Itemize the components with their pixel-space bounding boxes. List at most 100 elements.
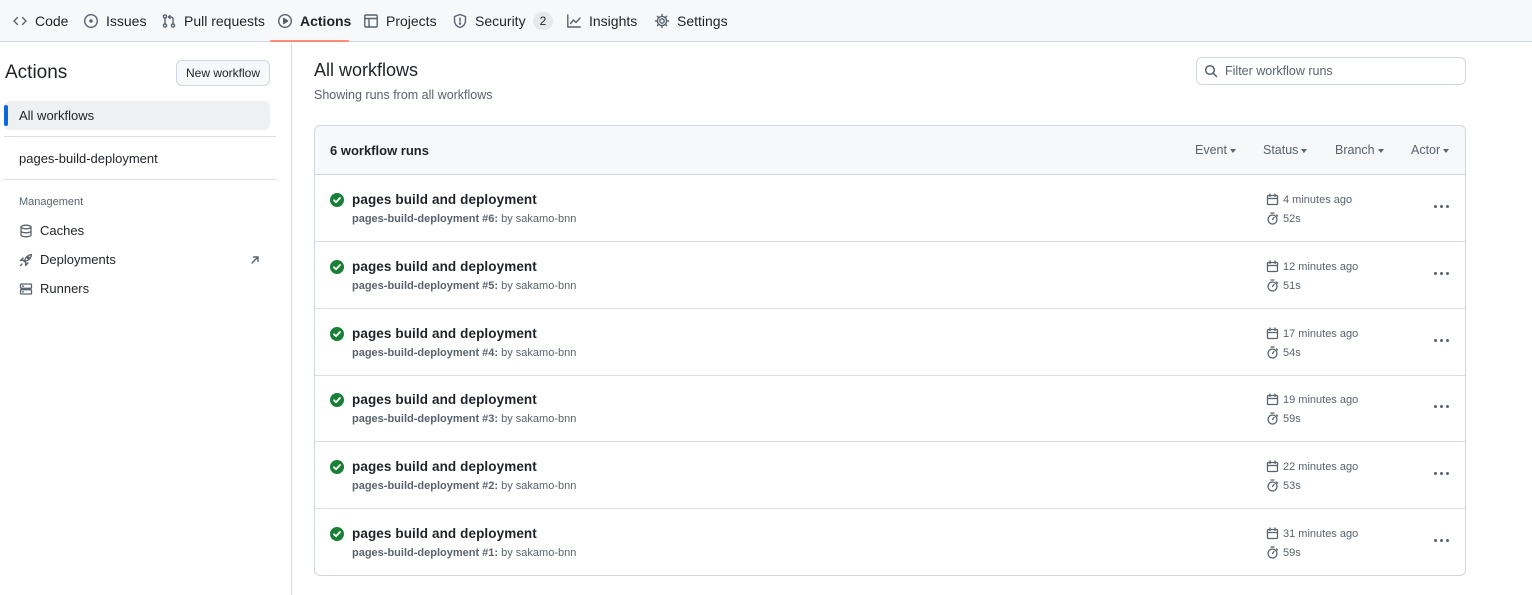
tab-projects-label: Projects [386, 13, 437, 29]
deployments-label: Deployments [40, 252, 116, 267]
run-workflow: pages-build-deployment #1: [352, 547, 499, 559]
table-row: pages build and deployment pages-build-d… [315, 175, 1465, 242]
chevron-down-icon [1229, 148, 1236, 153]
run-time-text: 17 minutes ago [1283, 327, 1359, 340]
calendar-icon [1266, 327, 1279, 340]
sidebar-item-deployments[interactable]: Deployments [19, 252, 116, 267]
sidebar-item-caches[interactable]: Caches [19, 223, 84, 238]
branch-filter-label: Branch [1335, 143, 1375, 157]
run-workflow: pages-build-deployment #4: [352, 347, 499, 359]
table-row: pages build and deployment pages-build-d… [315, 509, 1465, 575]
status-filter[interactable]: Status [1263, 143, 1308, 157]
run-details: pages-build-deployment #1: by sakamo-bnn [352, 547, 576, 559]
run-workflow: pages-build-deployment #3: [352, 413, 499, 425]
external-link-icon[interactable] [249, 254, 261, 266]
run-time: 17 minutes ago [1266, 327, 1358, 340]
run-details: pages-build-deployment #3: by sakamo-bnn [352, 413, 576, 425]
tab-actions[interactable]: Actions [277, 0, 351, 42]
branch-filter[interactable]: Branch [1335, 143, 1384, 157]
kebab-horizontal-icon[interactable] [1431, 396, 1451, 416]
kebab-horizontal-icon[interactable] [1431, 196, 1451, 216]
sidebar-title: Actions [5, 62, 68, 83]
issue-icon [83, 13, 99, 29]
selected-indicator [4, 105, 8, 126]
actor-filter[interactable]: Actor [1411, 143, 1450, 157]
run-time-text: 19 minutes ago [1283, 393, 1359, 406]
kebab-horizontal-icon[interactable] [1431, 263, 1451, 283]
new-workflow-button[interactable]: New workflow [176, 60, 270, 86]
selected-tab-underline [270, 40, 349, 42]
run-time: 4 minutes ago [1266, 193, 1352, 206]
tab-insights[interactable]: Insights [566, 0, 637, 42]
tab-code[interactable]: Code [12, 0, 68, 42]
management-heading: Management [19, 196, 84, 208]
run-duration-text: 51s [1283, 279, 1301, 292]
security-count-badge: 2 [532, 12, 554, 30]
table-row: pages build and deployment pages-build-d… [315, 309, 1465, 376]
tab-insights-label: Insights [589, 13, 638, 29]
table-icon [364, 14, 378, 28]
filter-workflow-runs-input[interactable]: Filter workflow runs [1196, 57, 1466, 85]
tab-settings[interactable]: Settings [654, 0, 728, 42]
run-actor: by sakamo-bnn [498, 280, 577, 292]
kebab-horizontal-icon[interactable] [1431, 330, 1451, 350]
event-filter[interactable]: Event [1195, 143, 1236, 157]
run-duration-text: 59s [1283, 412, 1301, 425]
sidebar-item-runners[interactable]: Runners [19, 281, 89, 296]
stopwatch-icon [1267, 412, 1279, 425]
run-title-link[interactable]: pages build and deployment [352, 392, 537, 407]
sidebar-item-pages-build-deployment[interactable]: pages-build-deployment [19, 151, 158, 166]
tab-actions-label: Actions [300, 13, 352, 29]
table-row: pages build and deployment pages-build-d… [315, 375, 1465, 442]
run-time: 22 minutes ago [1266, 460, 1358, 473]
kebab-horizontal-icon[interactable] [1431, 530, 1451, 550]
success-check-icon [330, 460, 344, 474]
calendar-icon [1266, 260, 1279, 273]
server-icon [19, 282, 33, 295]
success-check-icon [330, 327, 344, 341]
shield-icon [453, 13, 467, 29]
run-actor: by sakamo-bnn [498, 480, 577, 492]
run-duration: 59s [1266, 546, 1301, 559]
workflow-runs-table: 6 workflow runs Event Status Branch Acto… [314, 125, 1466, 576]
code-icon [13, 16, 27, 26]
sidebar-divider [4, 179, 276, 180]
tab-pull-requests[interactable]: Pull requests [161, 0, 265, 42]
run-title-link[interactable]: pages build and deployment [352, 326, 537, 341]
run-time-text: 22 minutes ago [1283, 460, 1359, 473]
play-icon [277, 13, 293, 29]
database-icon [20, 224, 32, 237]
tab-projects[interactable]: Projects [363, 0, 437, 42]
run-title-link[interactable]: pages build and deployment [352, 526, 537, 541]
run-duration: 52s [1266, 212, 1301, 225]
calendar-icon [1266, 527, 1279, 540]
run-details: pages-build-deployment #2: by sakamo-bnn [352, 480, 576, 492]
tab-security[interactable]: Security 2 [452, 0, 554, 42]
sidebar-item-all-workflows[interactable]: All workflows [4, 101, 270, 130]
chevron-down-icon [1377, 148, 1384, 153]
run-duration: 59s [1266, 412, 1301, 425]
caches-label: Caches [40, 223, 85, 238]
table-row: pages build and deployment pages-build-d… [315, 442, 1465, 509]
table-row: pages build and deployment pages-build-d… [315, 242, 1465, 309]
kebab-horizontal-icon[interactable] [1431, 463, 1451, 483]
run-title-link[interactable]: pages build and deployment [352, 259, 537, 274]
run-details: pages-build-deployment #6: by sakamo-bnn [352, 213, 576, 225]
calendar-icon [1266, 393, 1279, 406]
status-filter-label: Status [1263, 143, 1299, 157]
tab-security-label: Security [475, 13, 526, 29]
tab-pull-requests-label: Pull requests [184, 13, 265, 29]
table-header: 6 workflow runs Event Status Branch Acto… [315, 126, 1465, 175]
tab-issues[interactable]: Issues [83, 0, 146, 42]
search-icon [1204, 64, 1218, 78]
stopwatch-icon [1267, 346, 1279, 359]
run-duration-text: 54s [1283, 346, 1301, 359]
gear-icon [654, 13, 670, 29]
actor-filter-label: Actor [1411, 143, 1441, 157]
run-time-text: 4 minutes ago [1283, 193, 1353, 206]
run-title-link[interactable]: pages build and deployment [352, 459, 537, 474]
run-title-link[interactable]: pages build and deployment [352, 192, 537, 207]
page-subtitle: Showing runs from all workflows [314, 88, 493, 102]
run-actor: by sakamo-bnn [498, 547, 577, 559]
stopwatch-icon [1267, 279, 1279, 292]
